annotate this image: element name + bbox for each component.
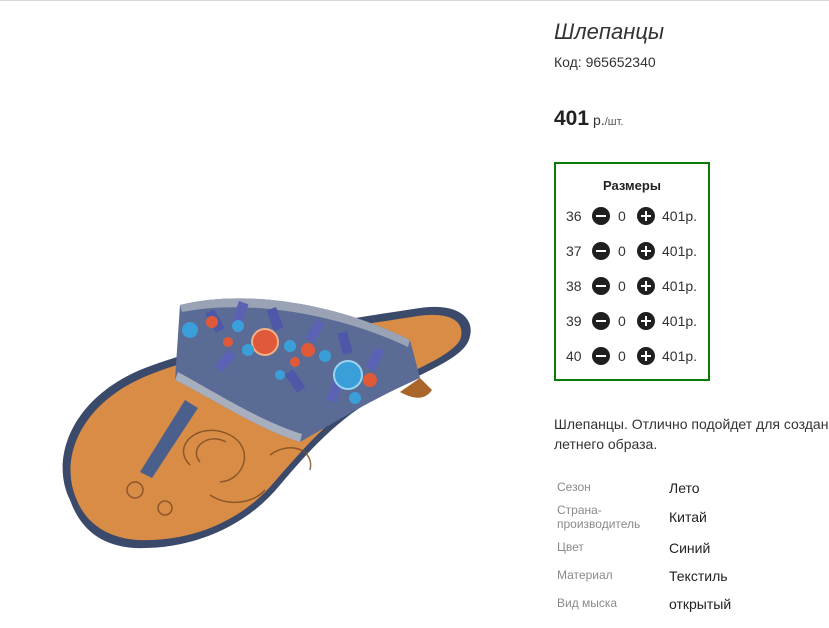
quantity-value: 0 — [618, 208, 626, 224]
decrease-quantity-button[interactable] — [592, 347, 610, 365]
attribute-value: открытый — [669, 596, 732, 612]
attribute-key: Вид мыска — [557, 596, 618, 610]
quantity-value: 0 — [618, 243, 626, 259]
increase-quantity-button[interactable] — [637, 207, 655, 225]
size-label: 39 — [566, 313, 582, 329]
quantity-value: 0 — [618, 278, 626, 294]
size-price: 401р. — [662, 208, 698, 224]
attribute-value: Текстиль — [669, 568, 728, 584]
size-price: 401р. — [662, 348, 698, 364]
product-photo[interactable] — [40, 250, 500, 570]
price-currency: р./шт. — [593, 112, 624, 128]
product-description: Шлепанцы. Отлично подойдет для создания … — [554, 416, 829, 452]
decrease-quantity-button[interactable] — [592, 207, 610, 225]
size-price: 401р. — [662, 243, 698, 259]
size-label: 40 — [566, 348, 582, 364]
size-row-38: 38 0 401р. — [556, 277, 708, 297]
increase-quantity-button[interactable] — [637, 347, 655, 365]
size-row-37: 37 0 401р. — [556, 242, 708, 262]
increase-quantity-button[interactable] — [637, 312, 655, 330]
sizes-panel: Размеры 36 0 401р. 37 0 401р. 38 0 401р.… — [554, 162, 710, 381]
product-price: 401 р./шт. — [554, 107, 624, 131]
decrease-quantity-button[interactable] — [592, 242, 610, 260]
size-label: 37 — [566, 243, 582, 259]
attribute-key: Страна-производитель — [557, 503, 641, 531]
price-value: 401 — [554, 107, 590, 130]
decrease-quantity-button[interactable] — [592, 277, 610, 295]
sizes-title: Размеры — [603, 178, 661, 193]
attribute-key: Материал — [557, 568, 613, 582]
product-title: Шлепанцы — [554, 19, 665, 44]
top-divider — [0, 0, 829, 1]
size-price: 401р. — [662, 278, 698, 294]
attribute-value: Синий — [669, 540, 711, 556]
quantity-value: 0 — [618, 313, 626, 329]
size-row-40: 40 0 401р. — [556, 347, 708, 367]
size-price: 401р. — [662, 313, 698, 329]
attribute-value: Китай — [669, 509, 707, 525]
size-label: 38 — [566, 278, 582, 294]
attribute-value: Лето — [669, 480, 700, 496]
decrease-quantity-button[interactable] — [592, 312, 610, 330]
size-row-39: 39 0 401р. — [556, 312, 708, 332]
price-unit: /шт. — [604, 116, 624, 128]
quantity-value: 0 — [618, 348, 626, 364]
attribute-key: Цвет — [557, 540, 584, 554]
size-label: 36 — [566, 208, 582, 224]
attribute-key: Сезон — [557, 480, 591, 494]
product-code: Код: 965652340 — [554, 54, 656, 70]
increase-quantity-button[interactable] — [637, 242, 655, 260]
size-row-36: 36 0 401р. — [556, 207, 708, 227]
increase-quantity-button[interactable] — [637, 277, 655, 295]
